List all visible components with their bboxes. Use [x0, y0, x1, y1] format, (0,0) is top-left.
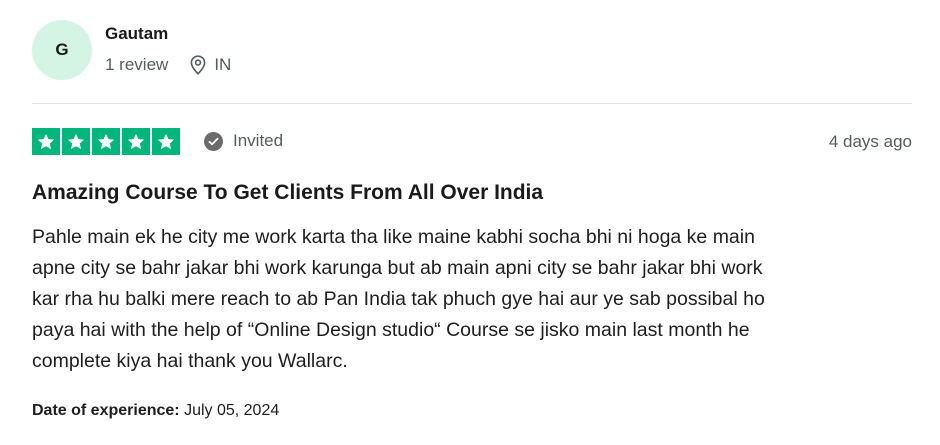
review-body-line: paya hai with the help of “Online Design… [32, 319, 750, 341]
map-pin-icon [190, 55, 206, 75]
experience-label: Date of experience: [32, 402, 180, 419]
review-body: Pahle main ek he city me work karta tha … [32, 222, 902, 377]
review-card: G Gautam 1 review IN Invited 4 days ago … [0, 0, 940, 445]
review-body-line: Pahle main ek he city me work karta tha … [32, 226, 755, 248]
star-icon [32, 128, 60, 155]
check-circle-icon [204, 131, 223, 151]
star-icon [92, 128, 120, 155]
review-body-line: kar rha hu balki mere reach to ab Pan In… [32, 288, 765, 310]
star-rating [32, 128, 180, 155]
review-date: 4 days ago [828, 132, 912, 151]
review-body-line: complete kiya hai thank you Wallarc. [32, 350, 348, 372]
invited-badge[interactable]: Invited [204, 131, 283, 151]
experience-value: July 05, 2024 [184, 402, 280, 419]
reviewer-name[interactable]: Gautam [105, 24, 168, 44]
avatar-initial: G [55, 40, 69, 59]
star-icon [152, 128, 180, 155]
reviewer-meta: 1 review IN [105, 55, 231, 75]
star-icon [122, 128, 150, 155]
experience-date: Date of experience: July 05, 2024 [32, 402, 279, 420]
invited-label: Invited [233, 131, 284, 150]
divider [32, 103, 912, 104]
review-title[interactable]: Amazing Course To Get Clients From All O… [32, 181, 543, 205]
avatar[interactable]: G [32, 20, 92, 80]
review-body-line: apne city se bahr jakar bhi work karunga… [32, 257, 763, 279]
review-count: 1 review [105, 55, 169, 74]
reviewer-country: IN [214, 55, 232, 74]
star-icon [62, 128, 90, 155]
